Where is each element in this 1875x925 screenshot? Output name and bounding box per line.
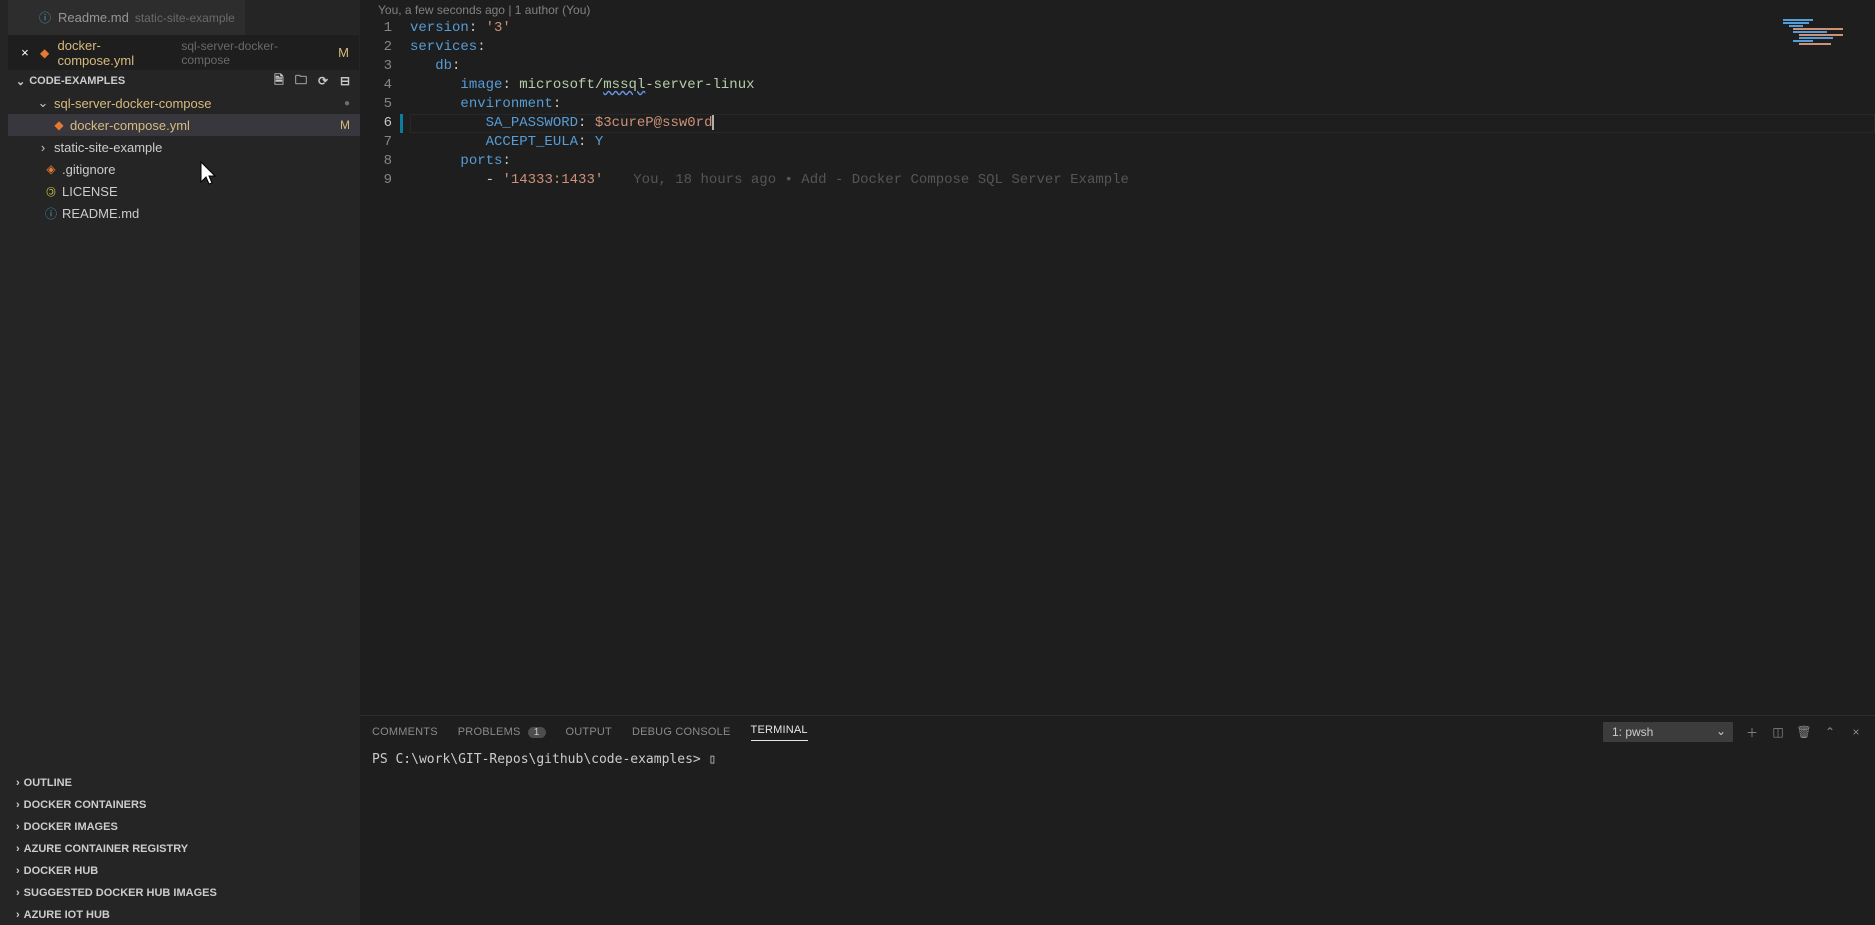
file-tree: ⌄ sql-server-docker-compose ● ◆ docker-c…	[8, 92, 360, 224]
open-editors-tabs-row2: × ◆ docker-compose.yml sql-server-docker…	[8, 35, 360, 70]
tab-desc: sql-server-docker-compose	[181, 39, 324, 67]
chevron-right-icon: ›	[16, 821, 20, 833]
info-icon: ⓘ	[38, 11, 52, 25]
section-title: CODE-EXAMPLES	[29, 75, 125, 87]
terminal-body[interactable]: PS C:\work\GIT-Repos\github\code-example…	[360, 748, 1875, 925]
split-terminal-icon[interactable]: ◫	[1771, 725, 1785, 739]
explorer-section-header[interactable]: ⌄ CODE-EXAMPLES 🗎 🗀 ⟳ ⊟	[8, 70, 360, 92]
chevron-right-icon: ›	[16, 777, 20, 789]
open-editors-tabs: ⓘ Readme.md static-site-example	[8, 0, 360, 35]
tree-label: sql-server-docker-compose	[54, 96, 212, 111]
section-docker-containers[interactable]: ›DOCKER CONTAINERS	[8, 793, 360, 815]
section-acr[interactable]: ›AZURE CONTAINER REGISTRY	[8, 837, 360, 859]
code-editor[interactable]: 123456789 version: '3'services: db: imag…	[360, 19, 1875, 715]
terminal-prompt: PS C:\work\GIT-Repos\github\code-example…	[372, 752, 709, 767]
section-outline[interactable]: ›OUTLINE	[8, 771, 360, 793]
modified-badge: M	[340, 118, 350, 132]
tree-label: docker-compose.yml	[70, 118, 190, 133]
new-file-icon[interactable]: 🗎	[272, 74, 286, 88]
tree-label: .gitignore	[62, 162, 115, 177]
tab-problems[interactable]: PROBLEMS 1	[458, 726, 546, 738]
sidebar: ⓘ Readme.md static-site-example × ◆ dock…	[0, 0, 360, 925]
tab-desc: static-site-example	[135, 11, 235, 25]
file-blame-annotation: You, a few seconds ago | 1 author (You)	[360, 0, 1875, 19]
close-icon[interactable]: ×	[18, 45, 32, 60]
chevron-down-icon: ⌄	[16, 75, 25, 88]
close-panel-icon[interactable]: ×	[1849, 725, 1863, 739]
folder-modified-dot: ●	[344, 98, 350, 109]
refresh-icon[interactable]: ⟳	[316, 74, 330, 88]
section-suggested-hub[interactable]: ›SUGGESTED DOCKER HUB IMAGES	[8, 881, 360, 903]
tab-name: Readme.md	[58, 10, 129, 25]
license-icon: 🄯	[44, 184, 58, 198]
kill-terminal-icon[interactable]: 🗑	[1797, 725, 1811, 739]
collapse-all-icon[interactable]: ⊟	[338, 74, 352, 88]
tab-name: docker-compose.yml	[58, 38, 176, 68]
explorer-actions: 🗎 🗀 ⟳ ⊟	[272, 74, 352, 88]
docker-icon: ◆	[52, 118, 66, 132]
terminal-cursor: ▯	[709, 752, 717, 767]
tree-label: LICENSE	[62, 184, 118, 199]
chevron-right-icon: ›	[16, 799, 20, 811]
chevron-right-icon: ›	[16, 865, 20, 877]
section-docker-hub[interactable]: ›DOCKER HUB	[8, 859, 360, 881]
problems-count: 1	[528, 727, 546, 738]
modified-badge: M	[330, 45, 349, 60]
chevron-right-icon: ›	[36, 140, 50, 155]
git-icon: ◈	[44, 162, 58, 176]
chevron-right-icon: ›	[16, 909, 20, 921]
tab-comments[interactable]: COMMENTS	[372, 726, 438, 738]
tree-label: static-site-example	[54, 140, 162, 155]
tree-file-readme[interactable]: ⓘ README.md	[8, 202, 360, 224]
tree-folder-static-site[interactable]: › static-site-example	[8, 136, 360, 158]
docker-icon: ◆	[38, 46, 52, 60]
code-content[interactable]: version: '3'services: db: image: microso…	[410, 19, 1875, 715]
tree-label: README.md	[62, 206, 139, 221]
tree-file-gitignore[interactable]: ◈ .gitignore	[8, 158, 360, 180]
section-docker-images[interactable]: ›DOCKER IMAGES	[8, 815, 360, 837]
maximize-panel-icon[interactable]: ⌃	[1823, 725, 1837, 739]
terminal-select[interactable]: 1: pwsh	[1603, 722, 1733, 742]
tree-folder-sql-server[interactable]: ⌄ sql-server-docker-compose ●	[8, 92, 360, 114]
tab-debug-console[interactable]: DEBUG CONSOLE	[632, 726, 731, 738]
collapsed-sections: ›OUTLINE ›DOCKER CONTAINERS ›DOCKER IMAG…	[8, 771, 360, 925]
minimap[interactable]	[1783, 19, 1863, 559]
chevron-right-icon: ›	[16, 843, 20, 855]
section-azure-iot[interactable]: ›AZURE IOT HUB	[8, 903, 360, 925]
bottom-panel: COMMENTS PROBLEMS 1 OUTPUT DEBUG CONSOLE…	[360, 715, 1875, 925]
tab-terminal[interactable]: TERMINAL	[751, 724, 808, 741]
tab-output[interactable]: OUTPUT	[566, 726, 612, 738]
tree-file-docker-compose[interactable]: ◆ docker-compose.yml M	[8, 114, 360, 136]
tab-readme[interactable]: ⓘ Readme.md static-site-example	[8, 0, 246, 35]
chevron-down-icon: ⌄	[36, 95, 50, 111]
new-terminal-icon[interactable]: ＋	[1745, 725, 1759, 739]
editor-main: You, a few seconds ago | 1 author (You) …	[360, 0, 1875, 925]
panel-tabs: COMMENTS PROBLEMS 1 OUTPUT DEBUG CONSOLE…	[360, 716, 1875, 748]
tab-docker-compose[interactable]: × ◆ docker-compose.yml sql-server-docker…	[8, 35, 360, 70]
tree-file-license[interactable]: 🄯 LICENSE	[8, 180, 360, 202]
chevron-right-icon: ›	[16, 887, 20, 899]
info-icon: ⓘ	[44, 206, 58, 220]
new-folder-icon[interactable]: 🗀	[294, 74, 308, 88]
